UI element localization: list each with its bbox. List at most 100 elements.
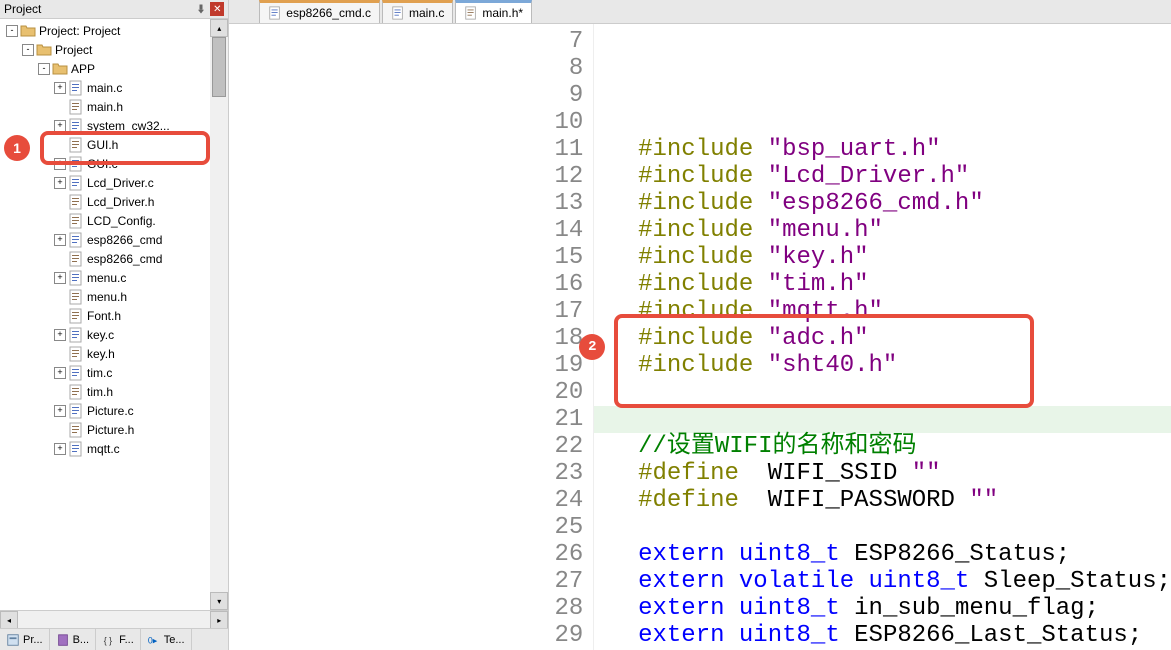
scroll-thumb[interactable] <box>212 37 226 97</box>
project-panel-header: Project ✕ <box>0 0 228 19</box>
tree-root[interactable]: - Project: Project <box>2 21 208 40</box>
bottom-tab-0[interactable]: Pr... <box>0 629 50 650</box>
code-line: #include "menu.h" <box>609 217 1171 244</box>
file-icon <box>68 346 84 362</box>
tree-file-2[interactable]: + system_cw32... <box>2 116 208 135</box>
expander-icon[interactable]: + <box>54 329 66 341</box>
tree-file-1[interactable]: main.h <box>2 97 208 116</box>
expander-icon[interactable]: - <box>6 25 18 37</box>
file-icon <box>464 6 478 20</box>
code-editor[interactable]: 2 #include "bsp_uart.h" #include "Lcd_Dr… <box>594 24 1171 650</box>
expander-icon[interactable]: + <box>54 367 66 379</box>
code-line: extern volatile uint8_t Sleep_Status; <box>609 568 1171 595</box>
expander-icon[interactable]: + <box>54 177 66 189</box>
tree-scrollbar[interactable]: ▴ ▾ <box>210 19 228 610</box>
tree-file-12[interactable]: Font.h <box>2 306 208 325</box>
func-icon: { } <box>102 633 116 647</box>
tree-file-13[interactable]: +key.c <box>2 325 208 344</box>
tree-item-label: Project: Project <box>39 24 120 38</box>
tree-file-10[interactable]: + menu.c <box>2 268 208 287</box>
file-icon <box>68 289 84 305</box>
tree-item-label: Picture.c <box>87 404 134 418</box>
line-number-gutter: 7891011121314151617181920212223242526272… <box>229 24 594 650</box>
tree-file-9[interactable]: esp8266_cmd <box>2 249 208 268</box>
panel-title: Project <box>4 2 41 16</box>
tree-item-label: Font.h <box>87 309 121 323</box>
bottom-tab-2[interactable]: { }F... <box>96 629 141 650</box>
code-line: #include "adc.h" <box>609 325 1171 352</box>
tree-item-label: mqtt.c <box>87 442 120 456</box>
folder-icon <box>52 61 68 77</box>
tree-file-19[interactable]: + mqtt.c <box>2 439 208 458</box>
tree-item-label: GUI.c <box>87 157 118 171</box>
expander-icon[interactable]: + <box>54 158 66 170</box>
tree-item-label: menu.c <box>87 271 126 285</box>
file-icon <box>68 213 84 229</box>
code-line: extern uint8_t ESP8266_Status; <box>609 541 1171 568</box>
tree-item-label: main.h <box>87 100 123 114</box>
tree-file-8[interactable]: + esp8266_cmd <box>2 230 208 249</box>
hscroll-left-button[interactable]: ◂ <box>0 611 18 629</box>
tree-item-label: Project <box>55 43 92 57</box>
tree-item-label: APP <box>71 62 95 76</box>
file-icon <box>68 308 84 324</box>
scroll-down-button[interactable]: ▾ <box>210 592 228 610</box>
svg-text:0▸: 0▸ <box>148 635 158 645</box>
expander-icon[interactable]: - <box>22 44 34 56</box>
tree-file-15[interactable]: + tim.c <box>2 363 208 382</box>
file-icon <box>68 365 84 381</box>
tab-label: main.c <box>409 6 444 20</box>
tree-item-label: Picture.h <box>87 423 134 437</box>
tree-file-5[interactable]: +Lcd_Driver.c <box>2 173 208 192</box>
code-line: #include "Lcd_Driver.h" <box>609 163 1171 190</box>
code-line: #include "esp8266_cmd.h" <box>609 190 1171 217</box>
tree-file-18[interactable]: Picture.h <box>2 420 208 439</box>
tree-file-11[interactable]: menu.h <box>2 287 208 306</box>
tree-file-0[interactable]: +main.c <box>2 78 208 97</box>
project-tree[interactable]: 1 -Project: Project-Project-APP+main.cma… <box>0 19 210 610</box>
tree-item-label: tim.c <box>87 366 112 380</box>
expander-icon[interactable]: - <box>38 63 50 75</box>
tree-file-14[interactable]: key.h <box>2 344 208 363</box>
code-line <box>594 406 1171 433</box>
editor-tab-2[interactable]: main.h* <box>455 0 532 23</box>
code-line <box>609 379 1171 406</box>
tree-file-16[interactable]: tim.h <box>2 382 208 401</box>
tree-folder-app[interactable]: - APP <box>2 59 208 78</box>
expander-icon[interactable]: + <box>54 234 66 246</box>
svg-text:{ }: { } <box>104 635 112 645</box>
scroll-up-button[interactable]: ▴ <box>210 19 228 37</box>
tree-file-3[interactable]: GUI.h <box>2 135 208 154</box>
tree-project[interactable]: - Project <box>2 40 208 59</box>
close-icon[interactable]: ✕ <box>210 2 224 16</box>
tree-file-17[interactable]: + Picture.c <box>2 401 208 420</box>
editor-tab-1[interactable]: main.c <box>382 0 453 23</box>
hscroll-right-button[interactable]: ▸ <box>210 611 228 629</box>
tab-label: esp8266_cmd.c <box>286 6 371 20</box>
bottom-tab-3[interactable]: 0▸Te... <box>141 629 192 650</box>
tree-file-6[interactable]: Lcd_Driver.h <box>2 192 208 211</box>
tree-item-label: key.h <box>87 347 115 361</box>
code-line: //设置WIFI的名称和密码 <box>609 433 1171 460</box>
expander-icon[interactable]: + <box>54 272 66 284</box>
tree-file-4[interactable]: + GUI.c <box>2 154 208 173</box>
pin-icon[interactable] <box>194 2 208 16</box>
code-line: #define WIFI_PASSWORD "" <box>609 487 1171 514</box>
file-icon <box>68 156 84 172</box>
tree-item-label: system_cw32... <box>87 119 170 133</box>
expander-icon[interactable]: + <box>54 120 66 132</box>
file-icon <box>68 422 84 438</box>
file-icon <box>268 6 282 20</box>
folder-icon <box>36 42 52 58</box>
expander-icon[interactable]: + <box>54 82 66 94</box>
expander-icon[interactable]: + <box>54 405 66 417</box>
bottom-tab-1[interactable]: B... <box>50 629 97 650</box>
tree-file-7[interactable]: LCD_Config. <box>2 211 208 230</box>
file-icon <box>68 99 84 115</box>
file-icon <box>68 441 84 457</box>
editor-tab-0[interactable]: esp8266_cmd.c <box>259 0 380 23</box>
tree-item-label: esp8266_cmd <box>87 233 162 247</box>
code-line: #include "tim.h" <box>609 271 1171 298</box>
expander-icon[interactable]: + <box>54 443 66 455</box>
temp-icon: 0▸ <box>147 633 161 647</box>
